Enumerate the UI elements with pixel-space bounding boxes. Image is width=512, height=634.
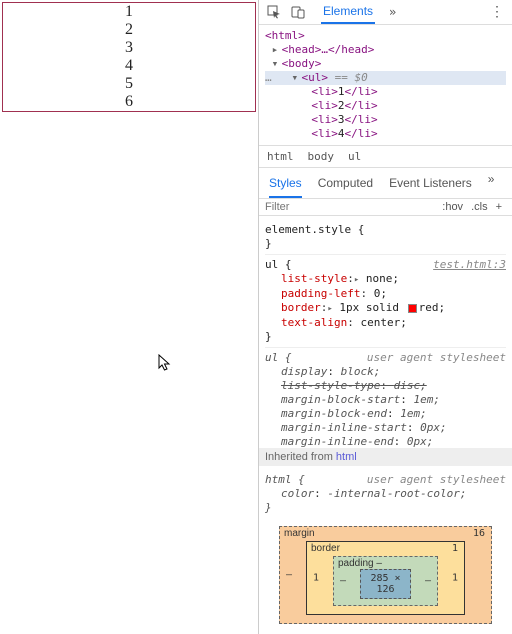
expand-icon[interactable]: ▸ (327, 304, 332, 314)
tab-elements[interactable]: Elements (321, 0, 375, 24)
list-item: 6 (3, 93, 255, 111)
tab-computed[interactable]: Computed (318, 172, 373, 198)
dom-node[interactable]: <head>…</head> (282, 43, 375, 56)
expand-icon[interactable]: ▸ (354, 275, 359, 285)
styles-filter-input[interactable] (265, 201, 438, 213)
rule-user-agent: ul {user agent stylesheet display: block… (265, 348, 506, 448)
tab-event-listeners[interactable]: Event Listeners (389, 172, 472, 198)
color-swatch-icon[interactable] (408, 304, 417, 313)
menu-icon[interactable]: ⋮ (490, 4, 504, 20)
dom-node[interactable]: <html> (265, 29, 305, 42)
inherited-from-bar: Inherited from html (259, 448, 512, 466)
rule-element-style[interactable]: element.style { } (265, 220, 506, 255)
box-model-diagram: margin 16 – border 1 1 1 padding – – – 2… (259, 516, 512, 634)
rule-user-agent: html {user agent stylesheet color: -inte… (265, 470, 506, 516)
expand-icon[interactable]: ▸ (272, 43, 282, 57)
breadcrumb: html body ul (259, 145, 512, 168)
dom-tree[interactable]: <html> ▸<head>…</head> ▾<body> … ▾<ul> =… (259, 25, 512, 145)
ua-label: user agent stylesheet (367, 351, 506, 365)
rule-author[interactable]: ul {test.html:3 list-style:▸ none; paddi… (265, 255, 506, 348)
inspect-icon[interactable] (267, 5, 281, 19)
styles-tabs: Styles Computed Event Listeners » (259, 168, 512, 199)
ellipsis-icon: … (265, 71, 272, 84)
list-item: 3 (3, 39, 255, 57)
list-item: 2 (3, 21, 255, 39)
crumb-item[interactable]: ul (348, 150, 361, 163)
crumb-item[interactable]: body (308, 150, 335, 163)
list-item: 4 (3, 57, 255, 75)
dom-selected-row[interactable]: … ▾<ul> == $0 (265, 71, 506, 85)
crumb-item[interactable]: html (267, 150, 294, 163)
box-border[interactable]: border 1 1 1 padding – – – 285 × 126 (306, 541, 465, 615)
ua-label: user agent stylesheet (367, 473, 506, 487)
device-icon[interactable] (291, 5, 305, 19)
cls-toggle[interactable]: .cls (467, 201, 492, 213)
more-tabs-icon[interactable]: » (488, 172, 495, 198)
box-margin[interactable]: margin 16 – border 1 1 1 padding – – – 2… (279, 526, 492, 624)
collapse-icon[interactable]: ▾ (272, 57, 282, 71)
inherited-link[interactable]: html (336, 451, 357, 463)
more-tabs-icon[interactable]: » (389, 5, 396, 19)
tab-styles[interactable]: Styles (269, 172, 302, 198)
page-preview: 1 2 3 4 5 6 (0, 0, 258, 634)
source-link[interactable]: test.html:3 (433, 258, 506, 272)
styles-pane-inherited: html {user agent stylesheet color: -inte… (259, 466, 512, 516)
box-padding[interactable]: padding – – – 285 × 126 (333, 556, 438, 606)
list-item: 1 (3, 3, 255, 21)
demo-list: 1 2 3 4 5 6 (2, 2, 256, 112)
devtools-toolbar: Elements » ⋮ (259, 0, 512, 25)
new-rule-button[interactable]: + (492, 201, 506, 213)
hov-toggle[interactable]: :hov (438, 201, 467, 213)
devtools-panel: Elements » ⋮ <html> ▸<head>…</head> ▾<bo… (258, 0, 512, 634)
panel-tabs: Elements » (321, 0, 396, 24)
styles-pane: element.style { } ul {test.html:3 list-s… (259, 216, 512, 448)
collapse-icon[interactable]: ▾ (292, 71, 302, 85)
list-item: 5 (3, 75, 255, 93)
dom-node[interactable]: <body> (282, 57, 322, 70)
styles-filter-row: :hov .cls + (259, 199, 512, 216)
box-content[interactable]: 285 × 126 (360, 569, 411, 599)
